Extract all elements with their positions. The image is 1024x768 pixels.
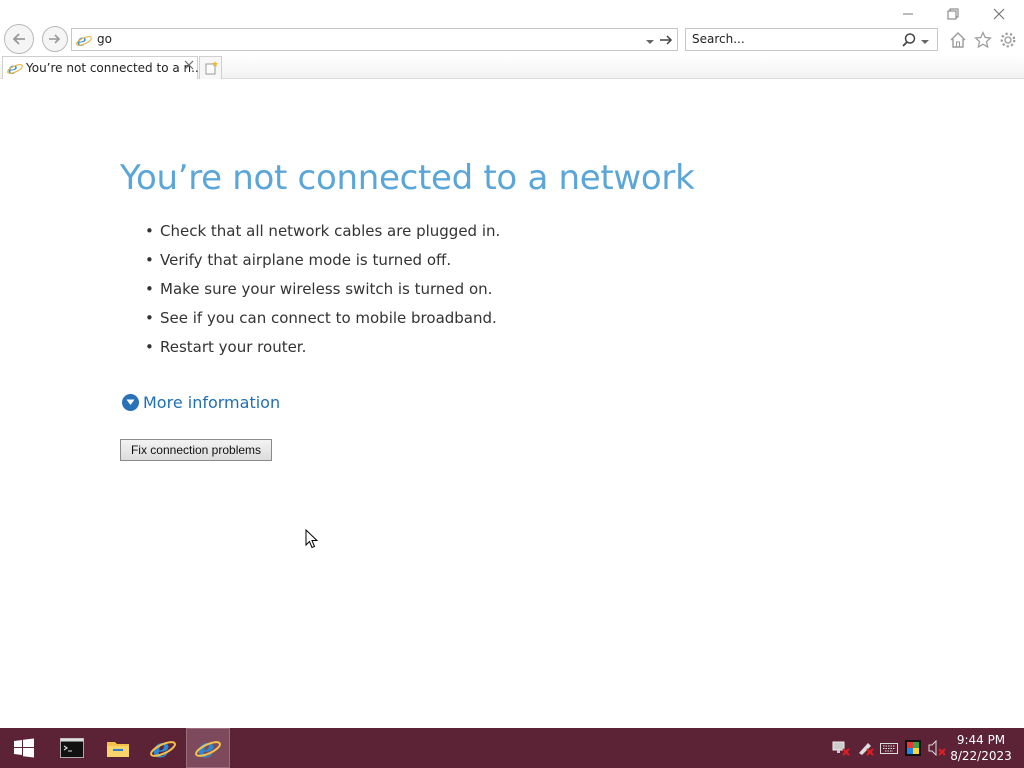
start-button[interactable] bbox=[2, 728, 46, 768]
back-arrow-icon bbox=[12, 33, 25, 45]
search-button[interactable] bbox=[901, 32, 917, 52]
mouse-cursor-icon bbox=[305, 528, 319, 553]
close-icon bbox=[993, 8, 1005, 20]
tray-color[interactable] bbox=[903, 738, 923, 758]
address-bar[interactable]: e go bbox=[71, 28, 678, 51]
command-prompt-icon bbox=[60, 738, 84, 758]
tray-network[interactable] bbox=[831, 738, 851, 758]
home-icon bbox=[950, 32, 966, 48]
network-icon bbox=[832, 741, 850, 756]
clock-time: 9:44 PM bbox=[956, 733, 1006, 747]
favorites-star-icon bbox=[974, 31, 992, 49]
list-item: • Verify that airplane mode is turned off… bbox=[145, 251, 452, 269]
dropdown-icon bbox=[646, 40, 654, 44]
address-input[interactable]: go bbox=[97, 32, 112, 46]
tray-action-center[interactable] bbox=[855, 738, 875, 758]
ie-page-icon: e bbox=[7, 59, 23, 80]
favorites-button[interactable] bbox=[973, 30, 993, 50]
search-input[interactable]: Search... bbox=[692, 32, 745, 46]
forward-button[interactable] bbox=[42, 26, 68, 52]
keyboard-icon bbox=[880, 743, 898, 754]
taskbar: e e bbox=[0, 728, 1024, 768]
internet-explorer-icon: e bbox=[195, 735, 221, 761]
tab-title: You’re not connected to a n... bbox=[26, 61, 203, 75]
tab-bar: e You’re not connected to a n... bbox=[0, 55, 1024, 79]
dropdown-icon bbox=[921, 40, 929, 44]
tools-gear-icon bbox=[1000, 32, 1016, 48]
restore-button[interactable] bbox=[939, 4, 967, 24]
file-explorer-icon bbox=[107, 742, 129, 757]
minimize-icon bbox=[903, 13, 913, 15]
list-item: • Make sure your wireless switch is turne… bbox=[145, 280, 493, 298]
browser-tab[interactable]: e You’re not connected to a n... bbox=[2, 56, 203, 80]
internet-explorer-icon: e bbox=[150, 735, 176, 761]
action-center-icon bbox=[859, 743, 874, 756]
tools-button[interactable] bbox=[998, 30, 1018, 50]
go-arrow-icon bbox=[660, 35, 673, 45]
minimize-button[interactable] bbox=[894, 4, 922, 24]
taskbar-internet-explorer[interactable]: e bbox=[141, 728, 185, 768]
close-window-button[interactable] bbox=[985, 4, 1013, 24]
taskbar-clock[interactable]: 9:44 PM 8/22/2023 bbox=[944, 732, 1018, 764]
taskbar-internet-explorer-active[interactable]: e bbox=[186, 728, 230, 768]
clock-date: 8/22/2023 bbox=[950, 749, 1012, 763]
list-item: • See if you can connect to mobile broadb… bbox=[145, 309, 497, 327]
search-dropdown-button[interactable] bbox=[920, 33, 930, 52]
fix-connection-button[interactable]: Fix connection problems bbox=[120, 439, 272, 461]
close-icon bbox=[184, 60, 194, 70]
list-item: • Restart your router. bbox=[145, 338, 307, 356]
forward-arrow-icon bbox=[49, 34, 61, 44]
more-information-link[interactable]: More information bbox=[122, 393, 280, 412]
more-information-label: More information bbox=[143, 393, 281, 412]
taskbar-file-explorer[interactable] bbox=[96, 728, 140, 768]
address-dropdown-button[interactable] bbox=[644, 33, 656, 52]
go-button[interactable] bbox=[658, 32, 674, 52]
restore-icon bbox=[947, 8, 959, 20]
search-box[interactable]: Search... bbox=[685, 28, 938, 51]
new-tab-button[interactable] bbox=[199, 56, 222, 79]
windows-start-icon bbox=[14, 738, 34, 758]
back-button[interactable] bbox=[4, 24, 34, 54]
taskbar-command-prompt[interactable] bbox=[50, 728, 94, 768]
chevron-down-icon bbox=[122, 394, 139, 411]
list-item: • Check that all network cables are plugg… bbox=[145, 222, 501, 240]
troubleshooting-list: • Check that all network cables are plugg… bbox=[145, 222, 500, 367]
search-icon bbox=[902, 33, 916, 47]
page-title: You’re not connected to a network bbox=[120, 158, 695, 198]
color-icon bbox=[905, 740, 921, 756]
tray-keyboard[interactable] bbox=[879, 738, 899, 758]
home-button[interactable] bbox=[948, 30, 968, 50]
tab-close-button[interactable] bbox=[184, 59, 194, 74]
ie-page-icon: e bbox=[76, 31, 92, 52]
new-tab-icon bbox=[205, 61, 218, 75]
